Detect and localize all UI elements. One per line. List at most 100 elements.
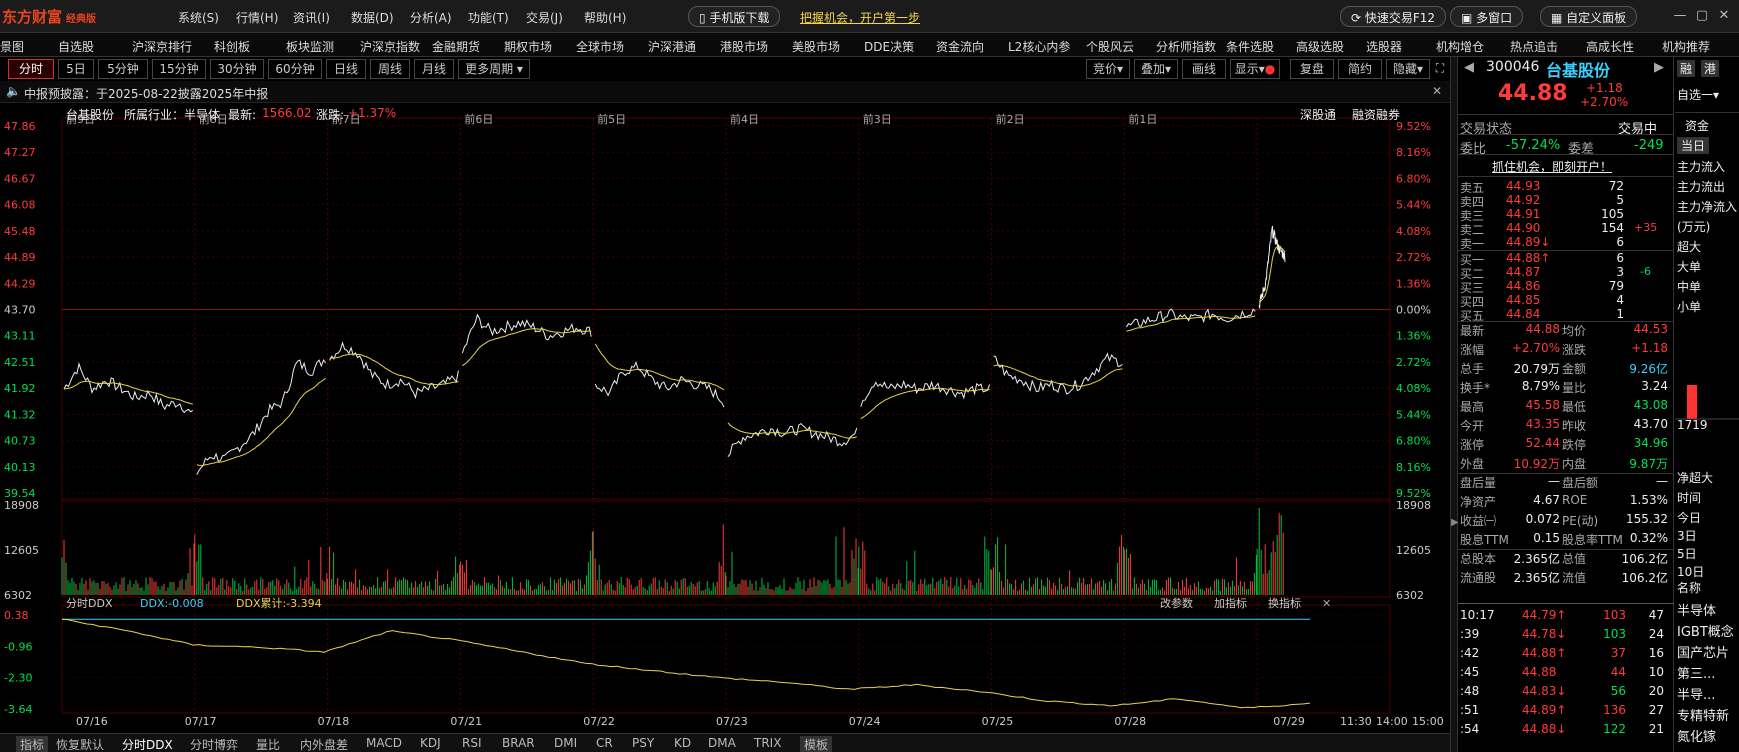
tab-intraday[interactable]: 分时 (8, 59, 54, 79)
nav-item[interactable]: 热点追击 (1510, 38, 1558, 55)
nav-item[interactable]: 资金流向 (936, 38, 984, 55)
account-promo-link[interactable]: 抓住机会，即刻开户！ (1492, 158, 1612, 175)
nav-item[interactable]: 选股器 (1366, 38, 1402, 55)
close-icon[interactable]: ✕ (1432, 84, 1442, 98)
nav-item[interactable]: 沪深港通 (648, 38, 696, 55)
watchlist-button[interactable]: 自选一▾ (1677, 86, 1719, 103)
multi-window-button[interactable]: ▣ 多窗口 (1450, 6, 1524, 27)
tab-template[interactable]: 模板 (800, 736, 833, 752)
tab-fund[interactable]: 资金 (1685, 117, 1709, 134)
tab-monthly[interactable]: 月线 (414, 59, 454, 79)
nav-item[interactable]: 个股风云 (1086, 38, 1134, 55)
tab-inner-outer[interactable]: 内外盘差 (300, 736, 348, 752)
intraday-chart[interactable]: 47.86 9.52%47.27 8.16%46.67 6.80%46.08 5.44%… (0, 103, 1450, 733)
sector-item[interactable]: 第三... (1677, 663, 1715, 682)
menu-news[interactable]: 资讯(I) (293, 9, 330, 26)
quick-trade-button[interactable]: ⟳ 快速交易F12 (1340, 6, 1447, 27)
nav-item[interactable]: 高成长性 (1586, 38, 1634, 55)
tab-daily[interactable]: 日线 (326, 59, 366, 79)
menu-analysis[interactable]: 分析(A) (410, 9, 452, 26)
tab-indicator[interactable]: 指标 (16, 736, 49, 752)
sector-item[interactable]: 半导体 (1677, 600, 1716, 619)
tab-5min[interactable]: 5分钟 (98, 59, 148, 79)
nav-item[interactable]: 科创板 (214, 38, 250, 55)
auction-button[interactable]: 竞价▾ (1086, 59, 1130, 79)
nav-item[interactable]: 条件选股 (1226, 38, 1274, 55)
menu-data[interactable]: 数据(D) (351, 9, 394, 26)
period-label[interactable]: 5日 (1677, 545, 1697, 562)
chevron-left-icon[interactable]: ◀ (1464, 60, 1474, 75)
tab-psy[interactable]: PSY (632, 736, 654, 750)
tab-today[interactable]: 当日 (1677, 137, 1710, 154)
tab-brar[interactable]: BRAR (502, 736, 535, 750)
nav-item[interactable]: 沪深京排行 (132, 38, 192, 55)
tab-intraday-ddx[interactable]: 分时DDX (122, 736, 173, 752)
nav-item[interactable]: 美股市场 (792, 38, 840, 55)
tab-macd[interactable]: MACD (366, 736, 402, 750)
display-button[interactable]: 显示▾● (1230, 59, 1280, 79)
menu-function[interactable]: 功能(T) (468, 9, 509, 26)
mobile-download-button[interactable]: ▯ 手机版下载 (688, 6, 781, 27)
tab-60min[interactable]: 60分钟 (268, 59, 322, 79)
sector-item[interactable]: 国产芯片 (1677, 642, 1729, 661)
nav-item[interactable]: 港股市场 (720, 38, 768, 55)
tab-volume-ratio[interactable]: 量比 (256, 736, 280, 752)
tab-30min[interactable]: 30分钟 (210, 59, 264, 79)
tab-kd[interactable]: KD (674, 736, 691, 750)
overlay-button[interactable]: 叠加▾ (1134, 59, 1178, 79)
hide-button[interactable]: 隐藏▾ (1386, 59, 1430, 79)
close-icon[interactable]: ✕ (1716, 8, 1732, 24)
sector-item[interactable]: 氮化镓 (1677, 726, 1716, 745)
custom-panel-button[interactable]: ▦ 自定义面板 (1540, 6, 1638, 27)
nav-item[interactable]: 机构增仓 (1436, 38, 1484, 55)
nav-item[interactable]: 沪深京指数 (360, 38, 420, 55)
margin-trading-link[interactable]: 融资融券 (1352, 106, 1400, 123)
maximize-icon[interactable]: ▢ (1694, 8, 1710, 24)
nav-item[interactable]: 景图 (0, 38, 24, 55)
nav-item[interactable]: 自选股 (58, 38, 94, 55)
nav-item[interactable]: 期权市场 (504, 38, 552, 55)
margin-button[interactable]: 融 (1677, 60, 1696, 77)
nav-item[interactable]: 机构推荐 (1662, 38, 1710, 55)
menu-trade[interactable]: 交易(J) (526, 9, 563, 26)
tab-cr[interactable]: CR (596, 736, 613, 750)
sector-item[interactable]: 半导... (1677, 684, 1715, 703)
draw-line-button[interactable]: 画线 (1182, 59, 1226, 79)
replay-button[interactable]: 复盘 (1290, 59, 1334, 79)
tab-5day[interactable]: 5日 (58, 59, 94, 79)
nav-item[interactable]: 金融期货 (432, 38, 480, 55)
menu-help[interactable]: 帮助(H) (584, 9, 626, 26)
nav-item[interactable]: L2核心内参 (1008, 38, 1070, 55)
minimize-icon[interactable]: — (1672, 8, 1688, 24)
nav-item[interactable]: 分析师指数 (1156, 38, 1216, 55)
nav-item[interactable]: DDE决策 (864, 38, 914, 55)
simple-button[interactable]: 简约 (1338, 59, 1382, 79)
tab-dmi[interactable]: DMI (554, 736, 577, 750)
sector-item[interactable]: 专精特新 (1677, 705, 1729, 724)
notice-text[interactable]: 中报预披露：于2025-08-22披露2025年中报 (24, 85, 268, 102)
hk-button[interactable]: 港 (1701, 60, 1720, 77)
panel-divider[interactable]: ▶ (1450, 57, 1459, 752)
tab-more-periods[interactable]: 更多周期 ▾ (458, 59, 530, 79)
nav-item[interactable]: 全球市场 (576, 38, 624, 55)
menu-market[interactable]: 行情(H) (236, 9, 278, 26)
tab-intraday-game[interactable]: 分时博弈 (190, 736, 238, 752)
tab-restore-default[interactable]: 恢复默认 (56, 736, 104, 752)
tab-trix[interactable]: TRIX (754, 736, 781, 750)
shen-gu-tong-link[interactable]: 深股通 (1300, 106, 1336, 123)
chevron-right-icon[interactable]: ▶ (1654, 60, 1664, 75)
sector-item[interactable]: IGBT概念 (1677, 621, 1734, 640)
nav-item[interactable]: 高级选股 (1296, 38, 1344, 55)
tab-15min[interactable]: 15分钟 (152, 59, 206, 79)
period-label[interactable]: 10日 (1677, 563, 1704, 580)
tab-kdj[interactable]: KDJ (420, 736, 441, 750)
tab-dma[interactable]: DMA (708, 736, 736, 750)
fullscreen-icon[interactable]: ⛶ (1432, 59, 1448, 79)
menu-system[interactable]: 系统(S) (178, 9, 219, 26)
promo-link[interactable]: 把握机会，开户第一步 (800, 9, 920, 26)
tab-rsi[interactable]: RSI (462, 736, 482, 750)
period-label[interactable]: 3日 (1677, 527, 1697, 544)
nav-item[interactable]: 板块监测 (286, 38, 334, 55)
period-label[interactable]: 今日 (1677, 509, 1701, 526)
tab-weekly[interactable]: 周线 (370, 59, 410, 79)
